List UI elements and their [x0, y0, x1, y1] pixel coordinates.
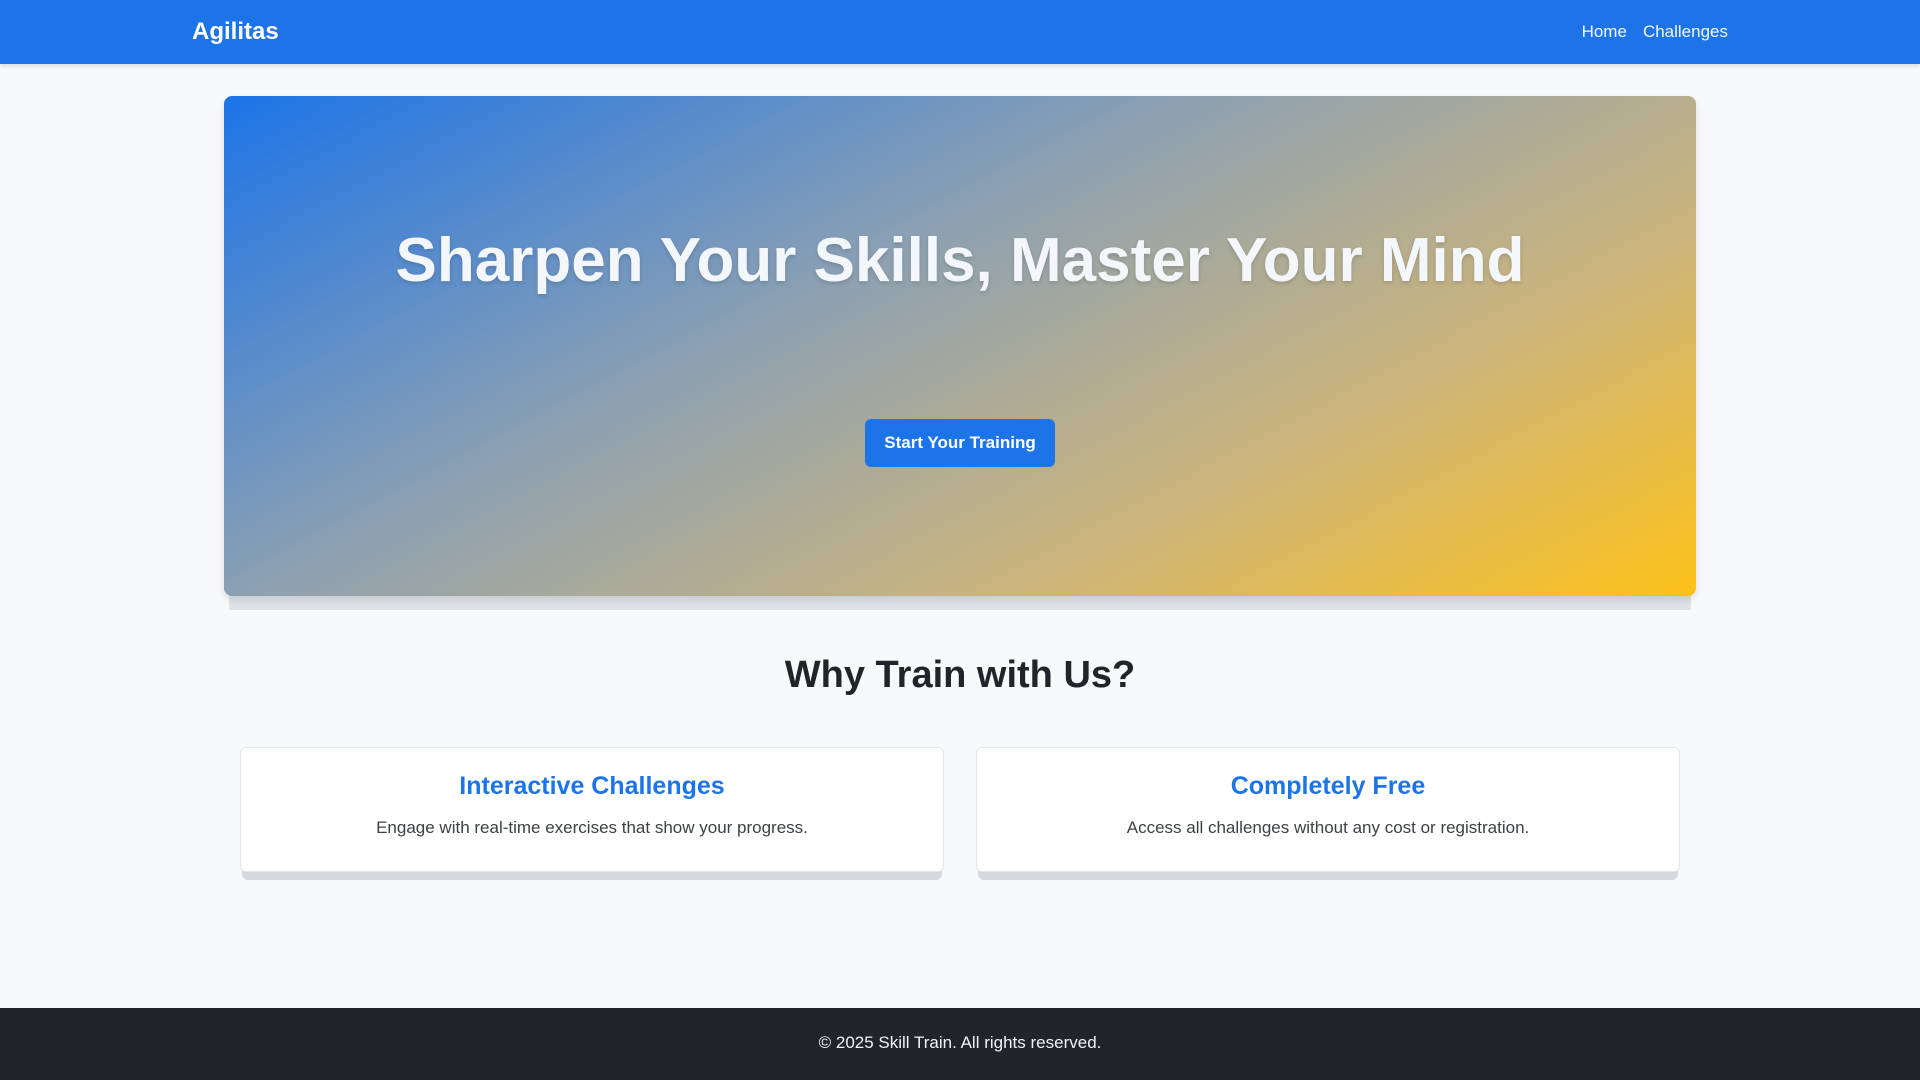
hero-banner — [224, 96, 1696, 596]
brand-logo[interactable]: Agilitas — [192, 0, 279, 64]
feature-card-free: Completely Free Access all challenges wi… — [976, 747, 1680, 872]
feature-card-title: Completely Free — [1230, 772, 1426, 800]
nav-links: Home Challenges — [1582, 0, 1728, 64]
hero-title: Sharpen Your Skills, Master Your Mind — [395, 226, 1525, 295]
start-training-button[interactable]: Start Your Training — [865, 419, 1055, 467]
footer: © 2025 Skill Train. All rights reserved. — [0, 1008, 1920, 1080]
feature-card-interactive: Interactive Challenges Engage with real-… — [240, 747, 944, 872]
feature-card-text: Engage with real-time exercises that sho… — [376, 818, 808, 837]
feature-card-text: Access all challenges without any cost o… — [1126, 818, 1530, 837]
navbar: Agilitas Home Challenges — [0, 0, 1920, 64]
footer-copyright: © 2025 Skill Train. All rights reserved. — [818, 1033, 1102, 1052]
nav-link-home[interactable]: Home — [1582, 22, 1627, 42]
feature-card-title: Interactive Challenges — [459, 772, 725, 800]
nav-link-challenges[interactable]: Challenges — [1643, 22, 1728, 42]
features-title: Why Train with Us? — [784, 654, 1136, 696]
